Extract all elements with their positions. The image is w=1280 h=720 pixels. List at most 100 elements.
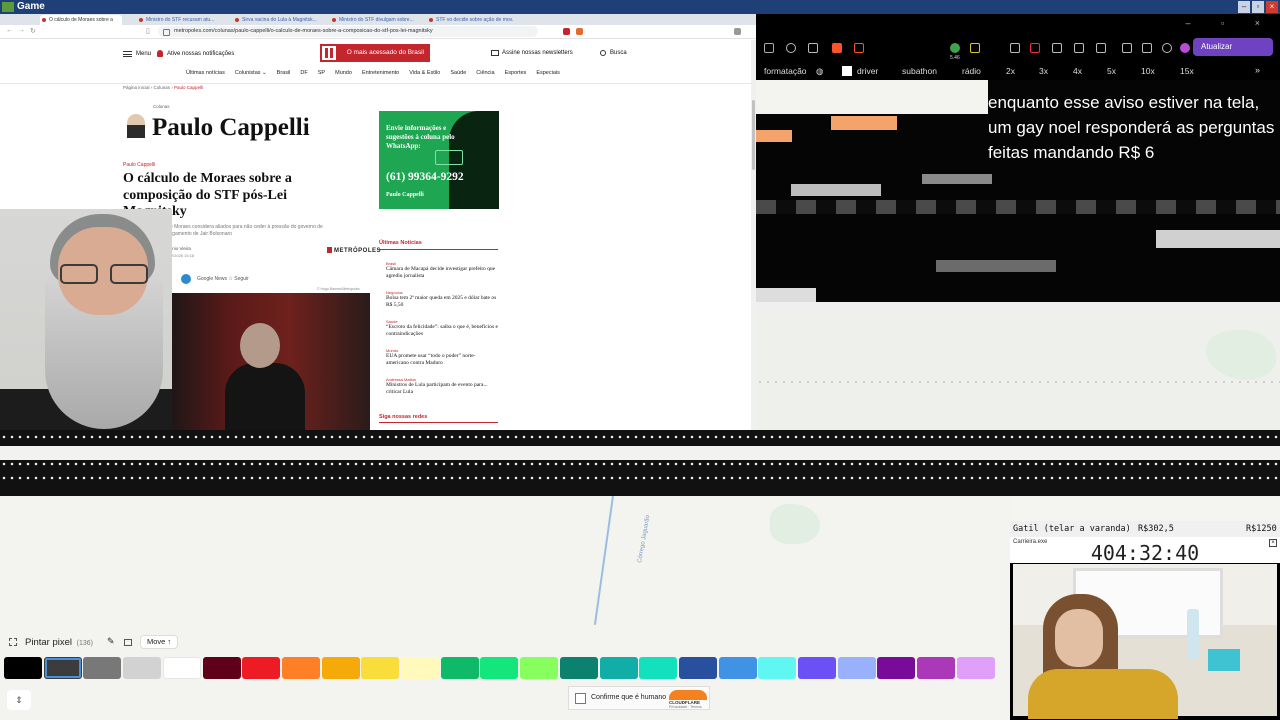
color-swatch[interactable] [44, 657, 82, 679]
color-swatch[interactable] [520, 657, 558, 679]
color-swatch[interactable] [600, 657, 638, 679]
color-swatch[interactable] [361, 657, 399, 679]
menu-button[interactable]: Menu [136, 51, 151, 57]
nav-link[interactable]: Entretenimento [362, 70, 399, 76]
extension-icon[interactable] [970, 43, 980, 53]
extension-icon[interactable] [563, 28, 570, 35]
scrollbar-thumb[interactable] [752, 100, 755, 170]
color-swatch[interactable] [441, 657, 479, 679]
color-swatch[interactable] [877, 657, 915, 679]
reload-icon[interactable]: ↻ [30, 27, 36, 35]
google-news-follow[interactable]: Google News ☆ Seguir [197, 276, 249, 282]
color-swatch[interactable] [4, 657, 42, 679]
brave-shield-icon[interactable] [832, 43, 842, 53]
puzzle-icon[interactable] [1052, 43, 1062, 53]
bookmark-item[interactable]: driver [857, 66, 878, 76]
list-item[interactable]: Mundo EUA promete usar “todo o poder” no… [386, 348, 498, 366]
color-swatch[interactable] [838, 657, 876, 679]
nav-link[interactable]: Colunistas ⌄ [235, 70, 267, 76]
most-accessed-button[interactable]: O mais acessado do Brasil [320, 44, 430, 62]
color-swatch[interactable] [798, 657, 836, 679]
breadcrumb-item[interactable]: Página inicial [123, 85, 150, 90]
color-swatch[interactable] [123, 657, 161, 679]
article-section[interactable]: Paulo Cappelli [123, 162, 155, 168]
captcha-checkbox[interactable] [575, 693, 586, 704]
telegram-icon[interactable] [181, 274, 191, 284]
translate-icon[interactable] [764, 43, 774, 53]
window-controls[interactable]: – ▫ × [1186, 18, 1274, 28]
color-swatch[interactable] [401, 657, 439, 679]
pencil-icon[interactable]: ✎ [107, 636, 115, 647]
tab-moraes[interactable]: O cálculo de Moraes sobre a [40, 15, 122, 25]
extension-icon[interactable] [1074, 43, 1084, 53]
extension-icon[interactable] [1142, 43, 1152, 53]
forward-icon[interactable]: → [18, 27, 25, 34]
color-swatch[interactable] [957, 657, 995, 679]
tab-stf-decide[interactable]: STF vo decide sobre ação de mov... [427, 15, 513, 25]
bookmark-icon[interactable]: ▯ [146, 27, 150, 35]
color-swatch[interactable] [679, 657, 717, 679]
color-swatch[interactable] [719, 657, 757, 679]
breadcrumb-item[interactable]: Paulo Cappelli [174, 85, 203, 90]
tab-vacina[interactable]: Sirva vacina do Lula à Magnitsk... [233, 15, 319, 25]
sidebar-icon[interactable] [1122, 43, 1132, 53]
columnist-name[interactable]: Paulo Cappelli [152, 114, 310, 142]
notifications-link[interactable]: Ative nossas notificações [167, 51, 234, 57]
color-swatch[interactable] [758, 657, 796, 679]
profile-icon[interactable] [1180, 43, 1190, 53]
nav-link[interactable]: Vida & Estilo [409, 70, 440, 76]
color-swatch[interactable] [83, 657, 121, 679]
update-button[interactable]: Atualizar [1193, 38, 1273, 56]
menu-icon[interactable] [123, 51, 132, 57]
envelope-icon[interactable] [491, 50, 499, 56]
color-swatch[interactable] [480, 657, 518, 679]
extension-badge-icon[interactable] [950, 43, 960, 53]
nav-link[interactable]: Últimas notícias [186, 70, 225, 76]
bookmarks-more[interactable]: » [1255, 65, 1260, 75]
nav-link[interactable]: Saúde [450, 70, 466, 76]
share-icon[interactable] [808, 43, 818, 53]
tab-ministro-stf[interactable]: Ministro do STF recusam atu... [137, 15, 223, 25]
ruler-icon[interactable] [124, 639, 132, 646]
bookmark-item[interactable]: 3x [1039, 66, 1048, 76]
color-swatch[interactable] [242, 657, 280, 679]
list-item[interactable]: Brasil Câmara de Macapá decide investiga… [386, 261, 498, 279]
search-icon[interactable] [600, 50, 606, 56]
bookmark-item[interactable]: subathon [902, 66, 937, 76]
back-icon[interactable]: ← [6, 27, 13, 34]
bookmark-item[interactable]: 2x [1006, 66, 1015, 76]
color-swatch[interactable] [639, 657, 677, 679]
collapse-chevron-button[interactable]: ⇕ [7, 690, 31, 710]
color-swatch[interactable] [917, 657, 955, 679]
brave-rewards-icon[interactable] [854, 43, 864, 53]
bookmark-item[interactable]: 5x [1107, 66, 1116, 76]
bookmark-globe-icon[interactable]: ◍ [816, 66, 823, 77]
color-swatch[interactable] [282, 657, 320, 679]
map-background[interactable]: Córrego Jaguarão [0, 496, 1010, 720]
nav-link[interactable]: Mundo [335, 70, 352, 76]
bookmark-item[interactable]: 10x [1141, 66, 1155, 76]
extension-icon[interactable] [1096, 43, 1106, 53]
bookmark-item[interactable]: formatação [764, 66, 807, 76]
breadcrumb-item[interactable]: Colunas [154, 85, 171, 90]
color-swatch[interactable] [322, 657, 360, 679]
nav-link[interactable]: SP [318, 70, 325, 76]
extension-icon[interactable] [1030, 43, 1040, 53]
nav-link[interactable]: Ciência [476, 70, 494, 76]
extension-icon[interactable] [734, 28, 741, 35]
url-field[interactable]: metropoles.com/colunas/paulo-cappelli/o-… [158, 26, 538, 37]
color-swatch[interactable] [560, 657, 598, 679]
search-link[interactable]: Busca [610, 50, 627, 56]
whatsapp-ad-banner[interactable]: Envie informações e sugestões à coluna p… [379, 111, 499, 209]
nav-link[interactable]: Brasil [277, 70, 291, 76]
zoom-icon[interactable] [786, 43, 796, 53]
list-item[interactable]: Negócios Bolsa tem 2ª maior queda em 202… [386, 290, 498, 308]
maximize-icon[interactable]: ▫ [1252, 1, 1264, 13]
expand-icon[interactable] [9, 638, 17, 646]
bell-icon[interactable] [157, 50, 163, 57]
bookmark-page-icon[interactable] [842, 66, 852, 76]
move-button[interactable]: Move ↑ [140, 635, 179, 649]
nav-link[interactable]: Esportes [505, 70, 527, 76]
bookmark-item[interactable]: 15x [1180, 66, 1194, 76]
close-icon[interactable]: × [1266, 1, 1278, 13]
